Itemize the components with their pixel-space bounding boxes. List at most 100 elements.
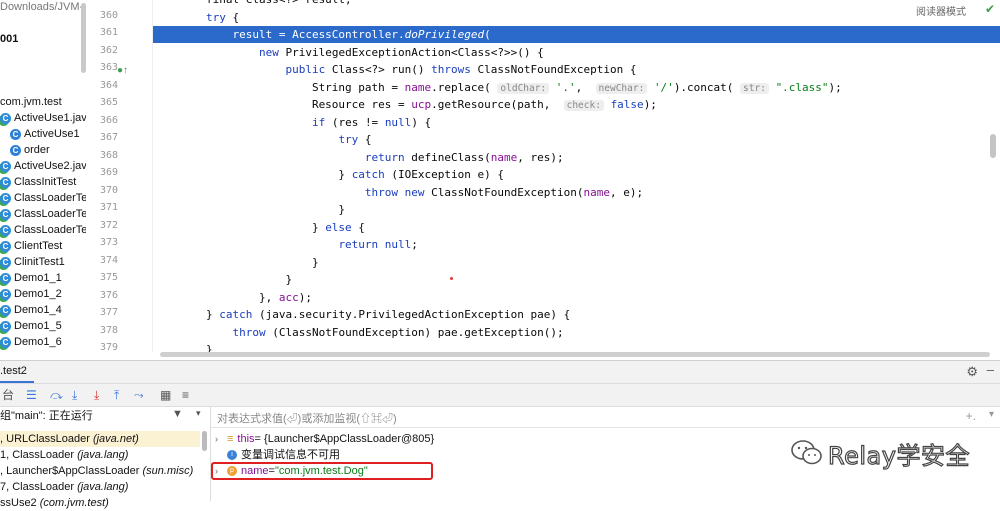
- class-icon: C: [0, 272, 11, 284]
- code-line-current: result = AccessController.doPrivileged(: [153, 26, 1000, 43]
- line-number: 378: [99, 325, 118, 336]
- gear-icon[interactable]: ⚙: [966, 364, 978, 380]
- watch-placeholder: 对表达式求值(⏎)或添加监视(⇧⌘⏎): [217, 413, 397, 425]
- editor-horizontal-scrollbar[interactable]: [160, 352, 990, 357]
- variable-row-this[interactable]: › ≡ this = {Launcher$AppClassLoader@805}: [215, 431, 434, 447]
- class-icon: C: [0, 320, 11, 332]
- project-tree: Downloads/JVM- 001 com.jvm.test C ActiveU…: [0, 0, 86, 360]
- step-out-icon[interactable]: ⤒: [114, 386, 119, 404]
- tree-item[interactable]: C ClassInitTest: [0, 174, 76, 190]
- code-line: Resource res = ucp.getResource(path, che…: [153, 98, 657, 111]
- code-editor[interactable]: final Class<?> result; try { result = Ac…: [153, 0, 1000, 356]
- class-icon: C: [0, 304, 11, 316]
- code-line: return defineClass(name, res);: [364, 151, 564, 164]
- tree-item[interactable]: C ActiveUse2.jav: [0, 158, 86, 174]
- code-line: try {: [205, 11, 240, 24]
- tree-item[interactable]: C Demo1_1: [0, 270, 62, 286]
- layout-icon[interactable]: ≡: [182, 386, 189, 404]
- frames-scrollbar[interactable]: [202, 431, 207, 451]
- line-number: 362: [99, 45, 118, 56]
- tree-item[interactable]: C Demo1_2: [0, 286, 62, 302]
- class-icon: C: [0, 192, 11, 204]
- frame-row[interactable]: 7, ClassLoader (java.lang): [0, 479, 200, 495]
- code-line: }: [153, 203, 346, 216]
- line-number: 372: [99, 220, 118, 231]
- frame-row[interactable]: , Launcher$AppClassLoader (sun.misc): [0, 463, 200, 479]
- tree-item[interactable]: C ClassLoaderTe: [0, 206, 86, 222]
- list-icon: ≡: [227, 433, 234, 445]
- show-execution-point-icon[interactable]: ⤼: [50, 386, 63, 404]
- cursor-dot: [450, 277, 453, 280]
- code-line: } else {: [153, 221, 365, 234]
- tree-item[interactable]: C ClientTest: [0, 238, 62, 254]
- class-icon: C: [0, 240, 11, 252]
- class-icon: C: [0, 112, 11, 124]
- code-line: return null;: [338, 238, 418, 251]
- editor-vertical-scrollbar[interactable]: [990, 134, 996, 158]
- watch-expression-input[interactable]: 对表达式求值(⏎)或添加监视(⇧⌘⏎) +. ▾: [211, 407, 1000, 428]
- menu-icon[interactable]: ☰: [26, 386, 37, 404]
- line-number: 377: [99, 307, 118, 318]
- class-icon: C: [0, 160, 11, 172]
- console-tab-fragment[interactable]: 台: [2, 386, 14, 404]
- highlight-box: [211, 462, 433, 480]
- evaluate-icon[interactable]: ▦: [160, 386, 171, 404]
- line-number: 367: [99, 132, 118, 143]
- line-number: 365: [99, 97, 118, 108]
- debug-tab-bar: .test2 ⚙ –: [0, 361, 1000, 384]
- watermark: Relay学安全: [790, 435, 980, 471]
- tree-item[interactable]: C ActiveUse1.jav: [0, 110, 86, 126]
- tree-item[interactable]: C ClassLoaderTe: [0, 190, 86, 206]
- wechat-logo-icon: [791, 440, 822, 465]
- editor-gutter: 359 360 361 362 363 364 365 366 367 368 …: [86, 0, 153, 353]
- run-to-cursor-icon[interactable]: ⤳: [134, 386, 144, 404]
- line-number: 374: [99, 255, 118, 266]
- debug-toolbar: 台 ☰ ⤼ ⤓ ⤓ ⤒ ⤳ ▦ ≡: [0, 384, 1000, 407]
- project-path: Downloads/JVM-: [0, 1, 84, 13]
- chevron-down-icon[interactable]: ▾: [196, 408, 201, 419]
- chevron-right-icon[interactable]: ›: [215, 431, 227, 447]
- tree-item[interactable]: C Demo1_4: [0, 302, 62, 318]
- line-number: 364: [99, 80, 118, 91]
- tree-item[interactable]: C ClassLoaderTe: [0, 222, 86, 238]
- debug-panel: .test2 ⚙ – 台 ☰ ⤼ ⤓ ⤓ ⤒ ⤳ ▦ ≡ 组"main": 正在…: [0, 360, 1000, 509]
- minimize-icon[interactable]: –: [987, 362, 994, 377]
- code-line: }: [153, 273, 293, 286]
- implements-method-icon[interactable]: ●↑: [117, 65, 128, 76]
- project-module: 001: [0, 33, 19, 45]
- tree-item[interactable]: C Demo1_5: [0, 318, 62, 334]
- add-watch-icon[interactable]: +.: [966, 409, 976, 423]
- line-number: 373: [99, 237, 118, 248]
- line-number: 376: [99, 290, 118, 301]
- debug-tab[interactable]: .test2: [0, 365, 27, 377]
- thread-selector[interactable]: 组"main": 正在运行: [0, 407, 190, 425]
- line-number: 366: [99, 115, 118, 126]
- active-tab-indicator: [0, 381, 34, 383]
- tree-item[interactable]: C ClinitTest1: [0, 254, 65, 270]
- chevron-down-icon[interactable]: ▾: [989, 409, 994, 420]
- line-number: 371: [99, 202, 118, 213]
- class-icon: C: [0, 208, 11, 220]
- tree-item-package[interactable]: com.jvm.test: [0, 94, 62, 110]
- class-icon: C: [0, 336, 11, 348]
- tree-item[interactable]: C ActiveUse1: [10, 126, 80, 142]
- code-line: throw (ClassNotFoundException) pae.getEx…: [232, 326, 564, 339]
- code-line: if (res != null) {: [311, 116, 432, 129]
- frame-row[interactable]: 1, ClassLoader (java.lang): [0, 447, 200, 463]
- class-icon: C: [10, 144, 21, 156]
- line-number: 370: [99, 185, 118, 196]
- line-number: 361: [99, 27, 118, 38]
- tree-item[interactable]: C Demo1_6: [0, 334, 62, 350]
- code-line: throw new ClassNotFoundException(name, e…: [364, 186, 644, 199]
- code-line: } catch (java.security.PrivilegedActionE…: [153, 308, 571, 321]
- check-icon: ✔: [984, 2, 995, 16]
- reader-mode-button[interactable]: 阅读器模式: [916, 3, 966, 18]
- filter-icon[interactable]: ▼: [172, 408, 183, 420]
- tree-item[interactable]: Corder: [10, 142, 50, 158]
- frame-row[interactable]: ssUse2 (com.jvm.test): [0, 495, 200, 511]
- code-line: final Class<?> result;: [153, 0, 1000, 8]
- step-into-icon[interactable]: ⤓: [94, 386, 99, 404]
- line-number: 379: [99, 342, 118, 353]
- step-over-icon[interactable]: ⤓: [72, 386, 77, 404]
- frame-row[interactable]: , URLClassLoader (java.net): [0, 431, 200, 447]
